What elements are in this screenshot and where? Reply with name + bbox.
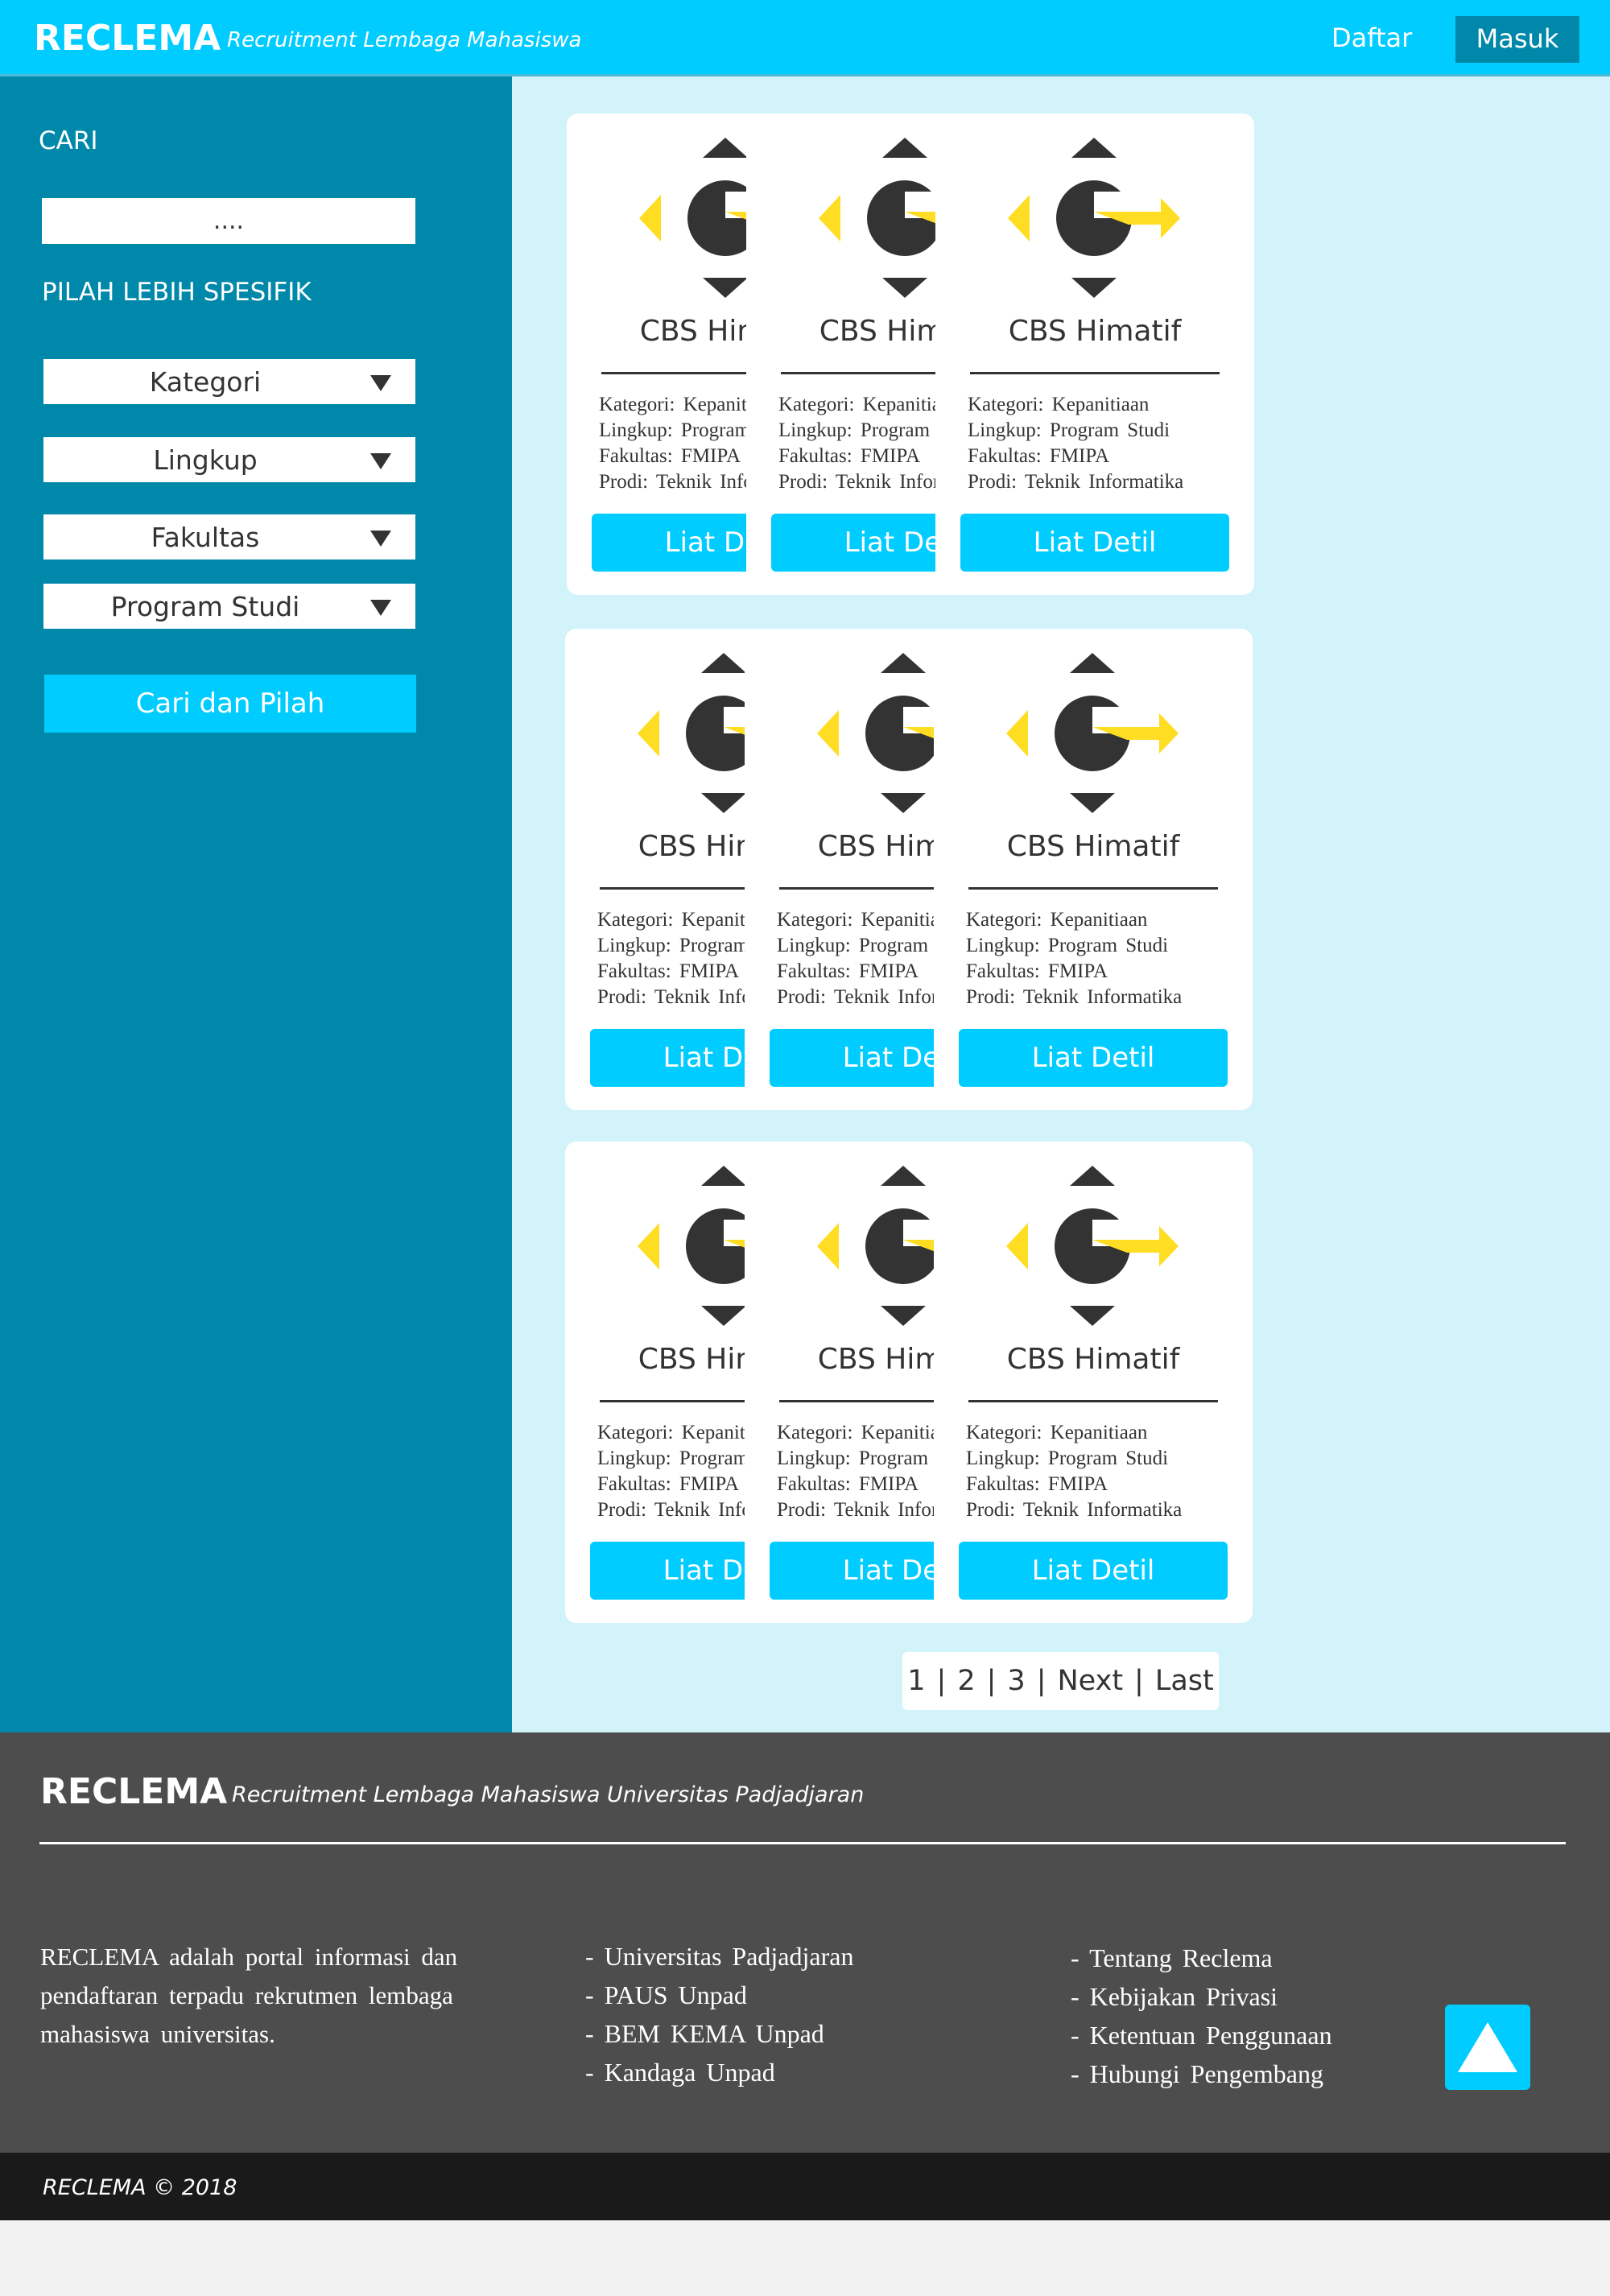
card-divider bbox=[968, 1400, 1218, 1402]
filter-label: PILAH LEBIH SPESIFIK bbox=[42, 278, 312, 307]
pagination-separator: | bbox=[986, 1665, 997, 1697]
lingkup-select-label: Lingkup bbox=[153, 444, 258, 476]
organization-card: CBS Himatif Kategori: Kepanitiaan Lingkup:… bbox=[934, 1142, 1253, 1623]
next-page-link[interactable]: Next bbox=[1058, 1665, 1124, 1697]
card-logo bbox=[1006, 1166, 1179, 1327]
caret-down-icon bbox=[370, 600, 391, 616]
fakultas-select[interactable]: Fakultas bbox=[43, 514, 415, 560]
pagination-separator: | bbox=[936, 1665, 947, 1697]
pagination-separator: | bbox=[1134, 1665, 1144, 1697]
footer-link-paus[interactable]: - PAUS Unpad bbox=[585, 1976, 853, 2014]
cbs-himatif-logo bbox=[1006, 653, 1179, 813]
liat-detil-button[interactable]: Liat Detil bbox=[959, 1029, 1228, 1087]
organization-card: CBS Himatif Kategori: Kepanitiaan Lingkup:… bbox=[934, 629, 1253, 1110]
footer-link-tentang[interactable]: - Tentang Reclema bbox=[1071, 1939, 1332, 1977]
card-prodi: Prodi: Teknik Informatika bbox=[966, 986, 1183, 1008]
card-fakultas: Fakultas: FMIPA bbox=[966, 960, 1108, 982]
card-title: CBS Himatif bbox=[1006, 1343, 1180, 1376]
organization-card: CBS Himatif Kategori: Kepanitiaan Lingkup:… bbox=[935, 114, 1254, 595]
last-page-link[interactable]: Last bbox=[1155, 1665, 1214, 1697]
cbs-himatif-logo bbox=[1006, 1166, 1179, 1326]
card-kategori: Kategori: Kepanitiaan bbox=[968, 394, 1150, 415]
liat-detil-button[interactable]: Liat Detil bbox=[959, 1542, 1228, 1600]
card-divider bbox=[968, 887, 1218, 890]
card-lingkup: Lingkup: Program Studi bbox=[966, 1447, 1169, 1469]
daftar-link[interactable]: Daftar bbox=[1331, 23, 1412, 53]
liat-detil-button[interactable]: Liat Detil bbox=[960, 514, 1229, 572]
cari-dan-pilah-button[interactable]: Cari dan Pilah bbox=[44, 675, 416, 733]
program-studi-select[interactable]: Program Studi bbox=[43, 584, 415, 629]
main-content: CBS Himatif Kategori: Kepanitiaan Lingkup:… bbox=[512, 76, 1610, 1732]
card-title: CBS Himatif bbox=[1006, 830, 1180, 863]
footer-link-kebijakan[interactable]: - Kebijakan Privasi bbox=[1071, 1977, 1332, 2016]
card-kategori: Kategori: Kepanitiaan bbox=[966, 909, 1148, 931]
lingkup-select[interactable]: Lingkup bbox=[43, 437, 415, 482]
footer-divider bbox=[39, 1842, 1566, 1844]
footer-link-ketentuan[interactable]: - Ketentuan Penggunaan bbox=[1071, 2016, 1332, 2054]
card-divider bbox=[970, 372, 1220, 374]
pagination-separator: | bbox=[1036, 1665, 1046, 1697]
page-3-link[interactable]: 3 bbox=[1007, 1665, 1025, 1697]
pagination: 1 | 2 | 3 | Next | Last bbox=[902, 1652, 1219, 1710]
page-2-link[interactable]: 2 bbox=[957, 1665, 975, 1697]
footer-about: RECLEMA adalah portal informasi dan pend… bbox=[40, 1943, 458, 2048]
page-1-link[interactable]: 1 bbox=[907, 1665, 925, 1697]
footer-link-kandaga[interactable]: - Kandaga Unpad bbox=[585, 2053, 853, 2092]
back-to-top-button[interactable] bbox=[1445, 2005, 1530, 2090]
search-input[interactable] bbox=[42, 198, 415, 244]
kategori-select[interactable]: Kategori bbox=[43, 359, 415, 404]
header: RECLEMA Recruitment Lembaga Mahasiswa Da… bbox=[0, 0, 1610, 76]
masuk-button[interactable]: Masuk bbox=[1455, 16, 1579, 63]
card-kategori: Kategori: Kepanitiaan bbox=[966, 1422, 1148, 1443]
copyright-bar: RECLEMA © 2018 bbox=[0, 2153, 1610, 2220]
card-fakultas: Fakultas: FMIPA bbox=[966, 1473, 1108, 1495]
footer-link-hubungi[interactable]: - Hubungi Pengembang bbox=[1071, 2054, 1332, 2093]
brand-subtitle: Recruitment Lembaga Mahasiswa bbox=[227, 28, 582, 52]
card-info: Kategori: Kepanitiaan Lingkup: Program St… bbox=[968, 392, 1183, 495]
cbs-himatif-logo bbox=[1008, 138, 1180, 298]
card-fakultas: Fakultas: FMIPA bbox=[968, 445, 1110, 467]
caret-down-icon bbox=[370, 375, 391, 391]
card-info: Kategori: Kepanitiaan Lingkup: Program St… bbox=[966, 1420, 1182, 1523]
caret-down-icon bbox=[370, 453, 391, 469]
footer-link-unpad[interactable]: - Universitas Padjadjaran bbox=[585, 1937, 853, 1976]
card-logo bbox=[1008, 138, 1180, 299]
kategori-select-label: Kategori bbox=[149, 365, 262, 398]
footer-links-left: - Universitas Padjadjaran - PAUS Unpad -… bbox=[585, 1937, 853, 2092]
brand-logo[interactable]: RECLEMA bbox=[34, 18, 221, 59]
sidebar: CARI PILAH LEBIH SPESIFIK Kategori Lingk… bbox=[0, 76, 512, 1732]
card-lingkup: Lingkup: Program Studi bbox=[966, 935, 1169, 956]
footer-brand: RECLEMA bbox=[40, 1771, 228, 1812]
card-lingkup: Lingkup: Program Studi bbox=[968, 419, 1170, 441]
card-prodi: Prodi: Teknik Informatika bbox=[968, 471, 1184, 493]
program-studi-select-label: Program Studi bbox=[110, 590, 300, 622]
card-prodi: Prodi: Teknik Informatika bbox=[966, 1499, 1183, 1521]
card-title: CBS Himatif bbox=[1008, 315, 1182, 348]
footer-link-bem[interactable]: - BEM KEMA Unpad bbox=[585, 2014, 853, 2053]
copyright-text: RECLEMA © 2018 bbox=[43, 2175, 237, 2200]
arrow-up-icon bbox=[1458, 2022, 1517, 2072]
card-logo bbox=[1006, 653, 1179, 814]
caret-down-icon bbox=[370, 531, 391, 547]
search-label: CARI bbox=[39, 126, 98, 155]
footer-subtitle: Recruitment Lembaga Mahasiswa Universita… bbox=[232, 1782, 865, 1807]
footer: RECLEMA Recruitment Lembaga Mahasiswa Un… bbox=[0, 1732, 1610, 2153]
fakultas-select-label: Fakultas bbox=[151, 521, 260, 553]
card-info: Kategori: Kepanitiaan Lingkup: Program St… bbox=[966, 907, 1182, 1010]
footer-links-right: - Tentang Reclema - Kebijakan Privasi - … bbox=[1071, 1939, 1332, 2093]
